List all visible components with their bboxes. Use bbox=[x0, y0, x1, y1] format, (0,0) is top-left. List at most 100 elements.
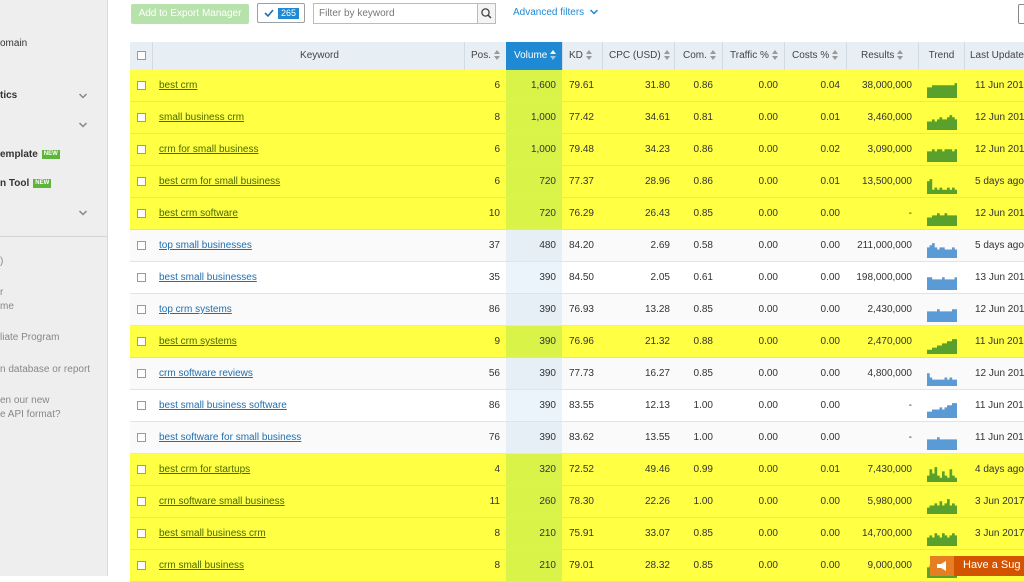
keyword-link[interactable]: small business crm bbox=[159, 102, 244, 133]
cell-results: 2,430,000 bbox=[867, 304, 913, 315]
column-pos[interactable]: Pos. bbox=[464, 42, 506, 70]
column-trend: Trend bbox=[918, 42, 964, 70]
trend-bar bbox=[949, 377, 953, 386]
trend-bar bbox=[934, 279, 938, 290]
trend-bar bbox=[932, 243, 935, 258]
column-costs[interactable]: Costs % bbox=[784, 42, 846, 70]
sidebar-item[interactable]: tics bbox=[0, 90, 17, 101]
keyword-link[interactable]: crm software small business bbox=[159, 486, 285, 517]
cell-com: 0.85 bbox=[693, 208, 713, 219]
keyword-link[interactable]: best small business software bbox=[159, 390, 287, 421]
trend-bar bbox=[937, 505, 940, 514]
row-checkbox[interactable] bbox=[137, 113, 146, 122]
cell-kd: 79.01 bbox=[568, 560, 594, 571]
keyword-link[interactable]: crm software reviews bbox=[159, 358, 253, 389]
trend-bar bbox=[949, 249, 953, 258]
row-checkbox[interactable] bbox=[137, 401, 146, 410]
cell-pos: 35 bbox=[488, 272, 500, 283]
column-kd[interactable]: KD bbox=[562, 42, 602, 70]
sidebar-item[interactable]: omain bbox=[0, 38, 27, 49]
cell-last-update: 13 Jun 2017 bbox=[975, 272, 1024, 283]
row-checkbox[interactable] bbox=[137, 81, 146, 90]
row-checkbox[interactable] bbox=[137, 497, 146, 506]
filter-by-keyword-input[interactable] bbox=[314, 4, 479, 23]
keyword-link[interactable]: top crm systems bbox=[159, 294, 232, 325]
sidebar-item[interactable]: n database or report bbox=[0, 364, 90, 375]
column-volume[interactable]: Volume bbox=[506, 42, 562, 70]
add-to-export-manager-button[interactable]: Add to Export Manager bbox=[131, 4, 249, 24]
keyword-link[interactable]: best crm for small business bbox=[159, 166, 280, 197]
cell-kd: 83.62 bbox=[568, 432, 594, 443]
row-checkbox[interactable] bbox=[137, 177, 146, 186]
trend-bar bbox=[927, 181, 930, 194]
cell-com: 0.85 bbox=[693, 560, 713, 571]
row-checkbox[interactable] bbox=[137, 305, 146, 314]
cell-pos: 9 bbox=[494, 336, 500, 347]
trend-bar bbox=[954, 339, 957, 354]
keyword-link[interactable]: best crm systems bbox=[159, 326, 237, 357]
sidebar-item[interactable]: emplate NEW bbox=[0, 149, 60, 160]
trend-bar bbox=[927, 537, 930, 546]
table-row: best crm software 10 720 76.29 26.43 0.85 0.00… bbox=[130, 198, 1024, 230]
row-checkbox[interactable] bbox=[137, 465, 146, 474]
sidebar-item[interactable]: e API format? bbox=[0, 409, 61, 420]
column-keyword[interactable]: Keyword bbox=[152, 42, 486, 70]
trend-bar bbox=[942, 533, 945, 546]
chevron-down-icon[interactable] bbox=[78, 208, 88, 218]
select-all-checkbox[interactable] bbox=[137, 51, 146, 60]
row-checkbox[interactable] bbox=[137, 145, 146, 154]
column-cpc[interactable]: CPC (USD) bbox=[602, 42, 674, 70]
column-trend-label: Trend bbox=[928, 50, 955, 61]
row-checkbox[interactable] bbox=[137, 209, 146, 218]
sidebar-item[interactable]: en our new bbox=[0, 395, 49, 406]
trend-bar bbox=[939, 379, 943, 386]
column-results[interactable]: Results bbox=[846, 42, 918, 70]
row-checkbox[interactable] bbox=[137, 433, 146, 442]
cell-com: 0.61 bbox=[693, 272, 713, 283]
cell-traffic: 0.00 bbox=[758, 432, 778, 443]
trend-bar bbox=[944, 85, 948, 98]
keyword-link[interactable]: crm for small business bbox=[159, 134, 258, 165]
sidebar-item[interactable]: n Tool NEW bbox=[0, 178, 52, 189]
row-checkbox[interactable] bbox=[137, 561, 146, 570]
row-checkbox[interactable] bbox=[137, 337, 146, 346]
keyword-link[interactable]: best small businesses bbox=[159, 262, 257, 293]
sort-icon bbox=[709, 50, 716, 61]
trend-bar bbox=[944, 249, 948, 258]
keyword-link[interactable]: best small business crm bbox=[159, 518, 266, 549]
chevron-down-icon[interactable] bbox=[78, 91, 88, 101]
table-row: best crm for small business 6 720 77.37 28.9… bbox=[130, 166, 1024, 198]
keyword-link[interactable]: best crm bbox=[159, 70, 197, 101]
keyword-link[interactable]: crm small business bbox=[159, 550, 244, 581]
row-checkbox[interactable] bbox=[137, 369, 146, 378]
sidebar-item[interactable]: liate Program bbox=[0, 332, 59, 343]
table-row: best small businesses 35 390 84.50 2.05 0.61 0… bbox=[130, 262, 1024, 294]
suggestion-widget[interactable]: Have a Sug bbox=[930, 556, 1024, 576]
keyword-link[interactable]: top small businesses bbox=[159, 230, 252, 261]
row-checkbox[interactable] bbox=[137, 241, 146, 250]
trend-bar bbox=[954, 379, 957, 386]
sidebar-item[interactable]: r bbox=[0, 287, 3, 298]
sidebar-item[interactable]: me bbox=[0, 301, 14, 312]
chevron-down-icon[interactable] bbox=[78, 120, 88, 130]
column-last-update[interactable]: Last Update bbox=[964, 42, 1024, 70]
keyword-link[interactable]: best software for small business bbox=[159, 422, 301, 453]
cell-last-update: 11 Jun 2017 bbox=[975, 400, 1024, 411]
trend-bar bbox=[949, 469, 953, 482]
selected-keywords-button[interactable]: 265 bbox=[257, 3, 305, 23]
trend-bar bbox=[929, 505, 933, 514]
trend-bar bbox=[947, 279, 950, 290]
keyword-link[interactable]: best crm for startups bbox=[159, 454, 250, 485]
column-traffic[interactable]: Traffic % bbox=[722, 42, 784, 70]
row-checkbox[interactable] bbox=[137, 273, 146, 282]
column-com[interactable]: Com. bbox=[674, 42, 722, 70]
cell-volume: 1,000 bbox=[530, 144, 556, 155]
row-checkbox[interactable] bbox=[137, 529, 146, 538]
search-button[interactable] bbox=[477, 4, 495, 23]
trend-bar bbox=[929, 349, 933, 354]
trend-bar bbox=[937, 149, 940, 162]
top-right-button[interactable] bbox=[1018, 4, 1024, 24]
advanced-filters-link[interactable]: Advanced filters bbox=[513, 7, 599, 18]
sidebar-item[interactable]: ) bbox=[0, 256, 3, 267]
keyword-link[interactable]: best crm software bbox=[159, 198, 238, 229]
